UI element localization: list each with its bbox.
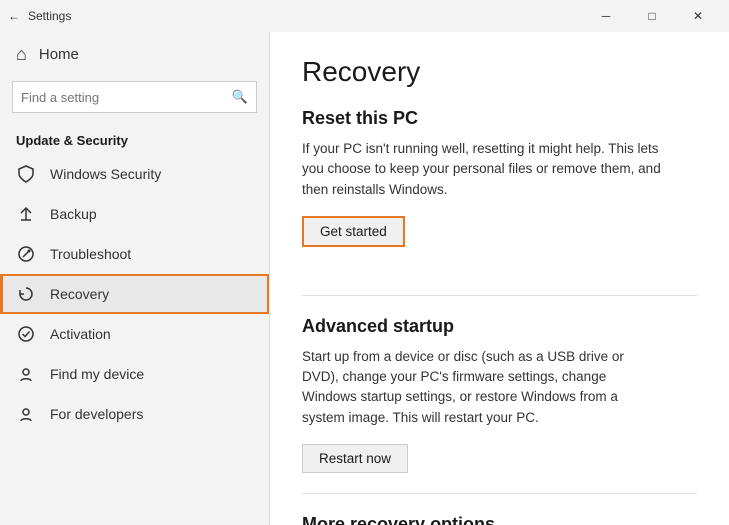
reset-pc-desc: If your PC isn't running well, resetting… xyxy=(302,139,662,200)
find-my-device-icon xyxy=(16,364,36,384)
backup-icon xyxy=(16,204,36,224)
home-icon: ⌂ xyxy=(16,44,27,65)
sidebar: ⌂ Home 🔍 Update & Security Windows Secur… xyxy=(0,32,270,525)
page-title: Recovery xyxy=(302,56,697,88)
sidebar-item-find-my-device[interactable]: Find my device xyxy=(0,354,269,394)
activation-label: Activation xyxy=(50,326,111,342)
activation-icon xyxy=(16,324,36,344)
minimize-button[interactable]: ─ xyxy=(583,0,629,32)
more-recovery-title: More recovery options xyxy=(302,514,697,525)
close-button[interactable]: ✕ xyxy=(675,0,721,32)
get-started-button[interactable]: Get started xyxy=(302,216,405,247)
windows-security-icon xyxy=(16,164,36,184)
for-developers-label: For developers xyxy=(50,406,143,422)
active-border xyxy=(0,274,269,314)
sidebar-item-backup[interactable]: Backup xyxy=(0,194,269,234)
window-controls: ─ □ ✕ xyxy=(583,0,721,32)
reset-pc-title: Reset this PC xyxy=(302,108,697,129)
home-label: Home xyxy=(39,46,79,63)
nav-items: Windows Security Backup Troubleshoot Recove… xyxy=(0,154,269,434)
restart-now-button[interactable]: Restart now xyxy=(302,444,408,473)
windows-security-label: Windows Security xyxy=(50,166,161,182)
search-box[interactable]: 🔍 xyxy=(12,81,257,113)
section-label: Update & Security xyxy=(0,125,269,154)
title-bar: ← Settings ─ □ ✕ xyxy=(0,0,729,32)
sidebar-item-for-developers[interactable]: For developers xyxy=(0,394,269,434)
back-button[interactable]: ← xyxy=(8,9,20,23)
sidebar-item-troubleshoot[interactable]: Troubleshoot xyxy=(0,234,269,274)
app-body: ⌂ Home 🔍 Update & Security Windows Secur… xyxy=(0,32,729,525)
backup-label: Backup xyxy=(50,206,97,222)
divider-2 xyxy=(302,493,697,494)
search-input[interactable] xyxy=(21,90,232,105)
window-title: Settings xyxy=(28,9,583,23)
advanced-startup-desc: Start up from a device or disc (such as … xyxy=(302,347,662,428)
for-developers-icon xyxy=(16,404,36,424)
sidebar-home-item[interactable]: ⌂ Home xyxy=(0,32,269,77)
sidebar-item-windows-security[interactable]: Windows Security xyxy=(0,154,269,194)
troubleshoot-icon xyxy=(16,244,36,264)
recovery-label: Recovery xyxy=(50,286,109,302)
maximize-button[interactable]: □ xyxy=(629,0,675,32)
search-icon: 🔍 xyxy=(232,89,248,105)
troubleshoot-label: Troubleshoot xyxy=(50,246,131,262)
recovery-icon xyxy=(16,284,36,304)
advanced-startup-title: Advanced startup xyxy=(302,316,697,337)
divider-1 xyxy=(302,295,697,296)
main-content: Recovery Reset this PC If your PC isn't … xyxy=(270,32,729,525)
sidebar-item-activation[interactable]: Activation xyxy=(0,314,269,354)
find-my-device-label: Find my device xyxy=(50,366,144,382)
sidebar-item-recovery[interactable]: Recovery xyxy=(0,274,269,314)
